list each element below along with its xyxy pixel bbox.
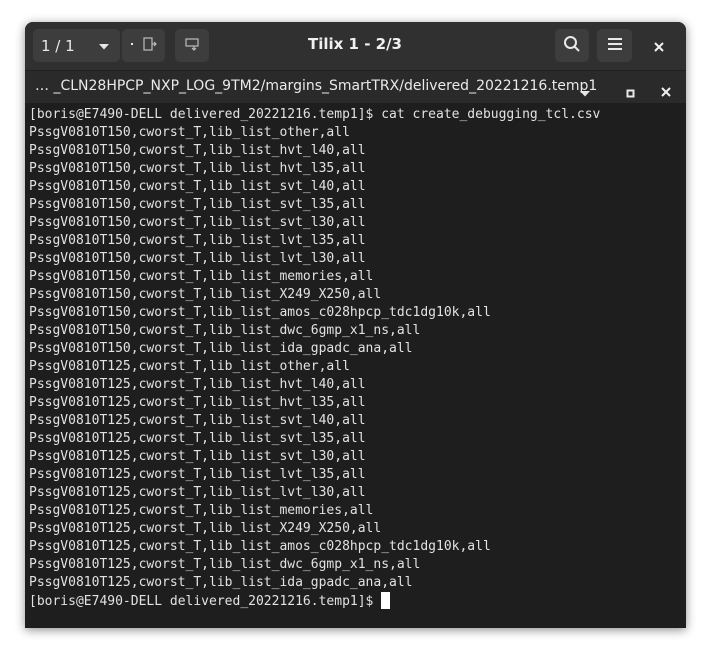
- window-title: Tilix 1 - 2/3: [307, 35, 402, 53]
- session-label: 1 / 1: [41, 36, 75, 55]
- chevron-down-icon: [98, 37, 110, 55]
- terminal-output[interactable]: [boris@E7490-DELL delivered_20221216.tem…: [25, 103, 686, 628]
- headerbar: 1 / 1 Tilix 1 - 2/3: [25, 22, 686, 71]
- output-line: PssgV0810T125,cworst_T,lib_list_hvt_l35,…: [29, 395, 366, 410]
- output-lines: PssgV0810T150,cworst_T,lib_list_other,al…: [29, 124, 686, 592]
- split-down-icon: [184, 36, 200, 56]
- menu-button[interactable]: [597, 29, 632, 62]
- output-line: PssgV0810T125,cworst_T,lib_list_lvt_l30,…: [29, 485, 366, 500]
- output-line: PssgV0810T125,cworst_T,lib_list_amos_c02…: [29, 539, 491, 554]
- split-right-button-visible[interactable]: [133, 29, 165, 62]
- search-icon: [563, 35, 581, 57]
- output-line: PssgV0810T150,cworst_T,lib_list_svt_l35,…: [29, 197, 366, 212]
- terminal-cursor: [381, 592, 391, 609]
- output-line: PssgV0810T150,cworst_T,lib_list_amos_c02…: [29, 305, 491, 320]
- output-line: PssgV0810T150,cworst_T,lib_list_ida_gpad…: [29, 341, 413, 356]
- terminal-title[interactable]: … _CLN28HPCP_NXP_LOG_9TM2/margins_SmartT…: [35, 78, 597, 94]
- output-line: PssgV0810T125,cworst_T,lib_list_other,al…: [29, 359, 350, 374]
- output-line: PssgV0810T150,cworst_T,lib_list_hvt_l40,…: [29, 143, 366, 158]
- output-line: PssgV0810T125,cworst_T,lib_list_svt_l40,…: [29, 413, 366, 428]
- output-line: PssgV0810T150,cworst_T,lib_list_memories…: [29, 269, 374, 284]
- chevron-down-icon[interactable]: [579, 83, 591, 102]
- output-line: PssgV0810T150,cworst_T,lib_list_svt_l30,…: [29, 215, 366, 230]
- close-icon[interactable]: [661, 82, 671, 101]
- prompt-line: [boris@E7490-DELL delivered_20221216.tem…: [29, 592, 686, 610]
- output-line: PssgV0810T150,cworst_T,lib_list_svt_l40,…: [29, 179, 366, 194]
- split-down-button[interactable]: [175, 29, 209, 62]
- window-close-button[interactable]: [647, 34, 671, 58]
- output-line: PssgV0810T125,cworst_T,lib_list_X249_X25…: [29, 521, 382, 536]
- output-line: PssgV0810T150,cworst_T,lib_list_other,al…: [29, 125, 350, 140]
- output-line: PssgV0810T150,cworst_T,lib_list_hvt_l35,…: [29, 161, 366, 176]
- output-line: PssgV0810T125,cworst_T,lib_list_lvt_l35,…: [29, 467, 366, 482]
- prompt-text: [boris@E7490-DELL delivered_20221216.tem…: [29, 594, 374, 609]
- output-line: PssgV0810T150,cworst_T,lib_list_lvt_l35,…: [29, 233, 366, 248]
- close-icon: [654, 37, 664, 56]
- hamburger-menu-icon: [607, 36, 623, 55]
- split-right-icon: [141, 36, 157, 56]
- output-line: PssgV0810T125,cworst_T,lib_list_memories…: [29, 503, 374, 518]
- session-switcher-button[interactable]: 1 / 1: [33, 29, 120, 62]
- output-line: PssgV0810T125,cworst_T,lib_list_ida_gpad…: [29, 575, 413, 590]
- maximize-icon[interactable]: [626, 83, 635, 102]
- output-line: PssgV0810T150,cworst_T,lib_list_X249_X25…: [29, 287, 382, 302]
- output-line: PssgV0810T125,cworst_T,lib_list_svt_l35,…: [29, 431, 366, 446]
- output-line: PssgV0810T150,cworst_T,lib_list_lvt_l30,…: [29, 251, 366, 266]
- command-line: [boris@E7490-DELL delivered_20221216.tem…: [29, 107, 601, 122]
- output-line: PssgV0810T125,cworst_T,lib_list_dwc_6gmp…: [29, 557, 421, 572]
- tilix-window: 1 / 1 Tilix 1 - 2/3 … _CLN28HPCP_NXP_LOG…: [25, 22, 686, 628]
- output-line: PssgV0810T125,cworst_T,lib_list_hvt_l40,…: [29, 377, 366, 392]
- output-line: PssgV0810T150,cworst_T,lib_list_dwc_6gmp…: [29, 323, 421, 338]
- terminal-titlebar: … _CLN28HPCP_NXP_LOG_9TM2/margins_SmartT…: [25, 71, 686, 103]
- output-line: PssgV0810T125,cworst_T,lib_list_svt_l30,…: [29, 449, 366, 464]
- search-button[interactable]: [555, 29, 589, 62]
